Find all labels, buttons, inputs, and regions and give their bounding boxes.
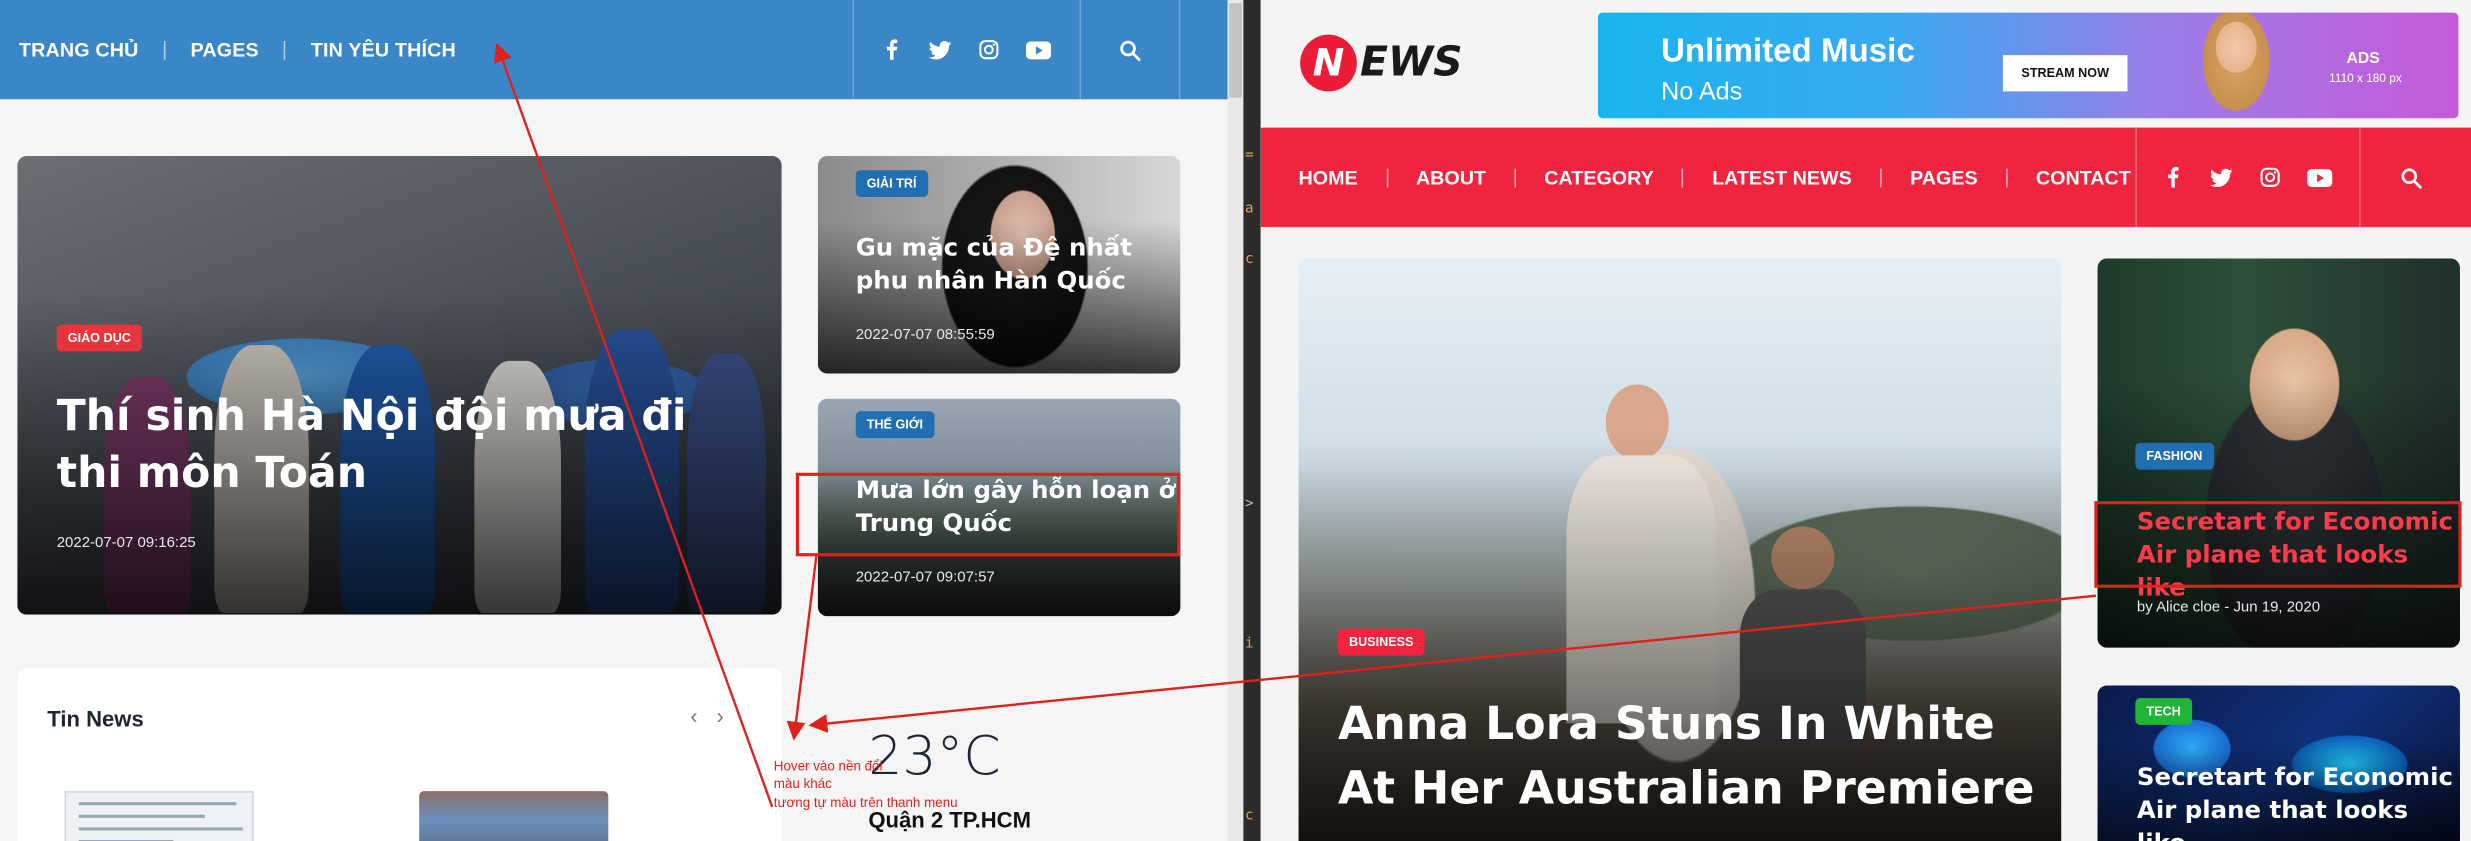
screenshot-stage: TRANG CHỦ PAGES TIN YÊU THÍCH GIÁO DỤC T…: [0, 0, 2471, 841]
annotation-arrows: [493, 42, 2097, 808]
arrow-line: [786, 556, 818, 741]
arrow-line: [808, 594, 2097, 733]
arrow-line: [493, 42, 774, 808]
